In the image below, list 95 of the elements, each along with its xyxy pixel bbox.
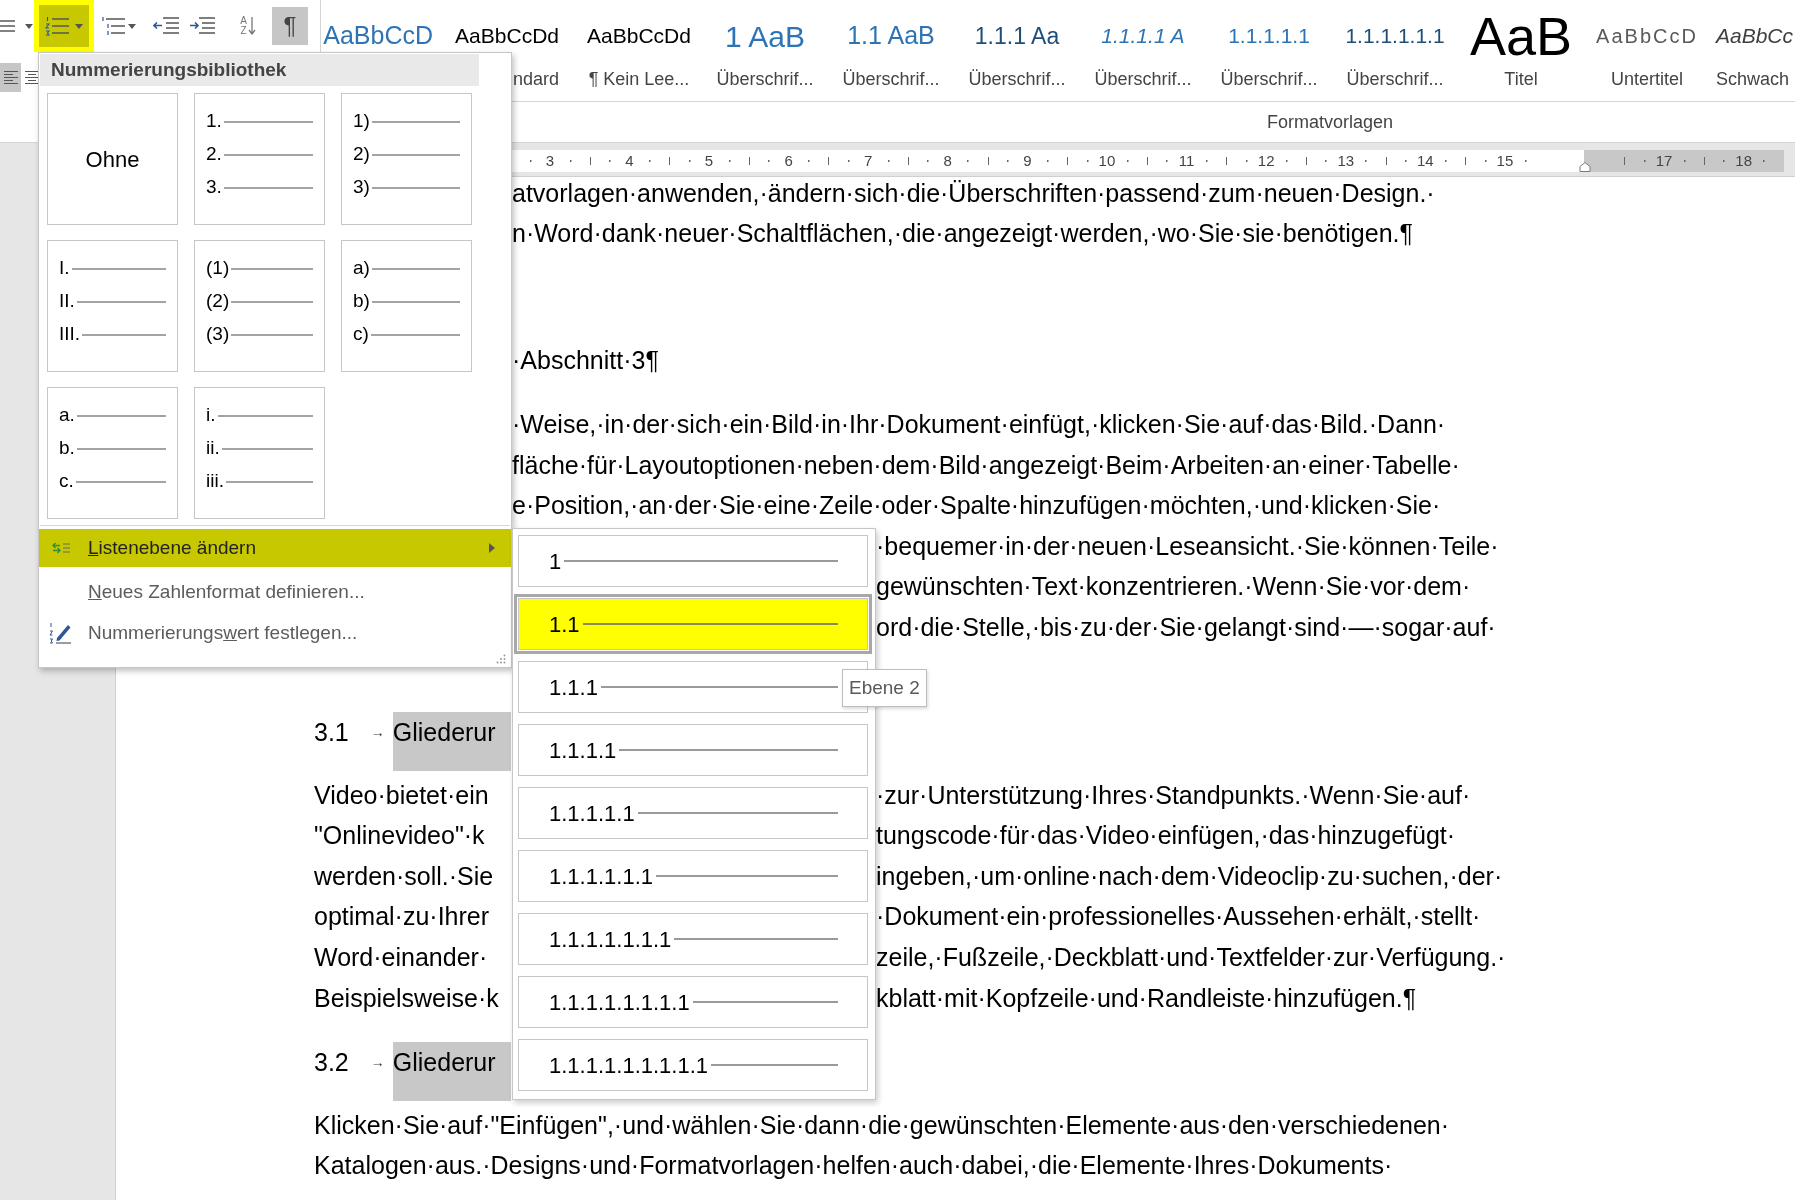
numbering-format-tile[interactable]: i. ii. iii. [194,387,325,519]
down-arrow-icon [247,17,256,35]
heading-title: Gliederur [392,711,511,771]
indent-marker-icon [1578,162,1591,172]
text-line: fläche·für·Layoutoptionen·neben·dem·Bild·angezeigt·Beim·Arbeiten·an·einer·Tabelle· [512,449,1460,481]
text-line: ·zur·Unterstützung·Ihres·Standpunkts.·Wenn·Sie·auf· [876,779,1471,811]
list-lines-icon [0,19,15,33]
numbering-format-tile[interactable]: I. II. III. [47,240,178,372]
ruler-number: 6 [784,150,793,171]
style-gallery-item[interactable]: 1.1 AaB Überschrif... [828,0,954,100]
numbered-list-pen-icon [49,621,73,645]
text-line: ·Weise,·in·der·sich·ein·Bild·in·Ihr·Dokument·einfügt,·klicken·Sie·auf·das·Bild.·Dann· [512,408,1446,440]
list-level-option[interactable]: 1.1.1.1.1.1.1.1 [518,976,868,1028]
ruler-number: 9 [1023,150,1032,171]
style-gallery-item[interactable]: AaB Titel [1458,0,1584,100]
text-line: atvorlagen·anwenden,·ändern·sich·die·Überschriften·passend·zum·neuen·Design.· [512,177,1435,209]
text-line: Katalogen·aus.·Designs·und·Formatvorlagen·helfen·auch·dabei,·die·Elemente·Ihres·Dokuments· [314,1150,1393,1182]
text-line: werden·soll.·Sie [314,860,494,892]
show-marks-button[interactable]: ¶ [272,7,308,45]
list-level-option[interactable]: 1.1.1.1.1.1.1.1.1 [518,1039,868,1091]
text-line: ingeben,·um·online·nach·dem·Videoclip·zu·suchen,·der· [876,860,1503,892]
tab-mark: → [370,1052,385,1072]
align-left-button[interactable] [0,62,21,92]
text-line: Beispielsweise·k [314,982,499,1014]
text-line: zeile,·Fußzeile,·Deckblatt·und·Textfelder·zur·Verfügung.· [876,942,1506,974]
ruler-number: 18 [1735,150,1753,171]
style-gallery-item[interactable]: 1.1.1.1 A Überschrif... [1080,0,1206,100]
text-line: Klicken·Sie·auf·"Einfügen",·und·wählen·Sie·dann·die·gewünschten·Elemente·aus·den·verschiedenen· [314,1109,1450,1141]
ruler-number: 12 [1257,150,1275,171]
ruler-number: 5 [704,150,714,171]
ruler-number: 10 [1098,150,1116,171]
numbering-format-tile[interactable]: 1. 2. 3. [194,93,325,225]
ruler-number: 4 [625,150,634,171]
text-line: tungscode·für·das·Video·einfügen,·das·hinzugefügt· [876,820,1456,852]
tooltip: Ebene 2 [842,669,927,707]
align-center-icon [25,69,39,85]
caret-icon [127,23,136,29]
ruler-number: 17 [1655,150,1673,171]
list-level-option[interactable]: 1 [518,535,868,587]
ruler-number: 14 [1417,150,1434,171]
numbered-list-icon [45,16,69,36]
text-line: "Onlinevideo"·k [314,820,485,852]
list-level-option[interactable]: 1.1.1.1 [518,724,868,776]
group-label: Formatvorlagen [1267,110,1394,134]
ruler-number: 11 [1178,150,1195,171]
heading-text: ·Abschnitt·3¶ [512,345,659,377]
text-line: ord·die·Stelle,·bis·zu·der·Sie·gelangt·sind·—·sogar·auf· [876,611,1496,643]
menu-item[interactable]: Nummerierungswert festlegen... [39,613,511,653]
ruler-number: 13 [1337,150,1355,171]
style-gallery-item[interactable]: AaBbCcD Untertitel [1584,0,1710,100]
style-gallery-item[interactable]: AaBbCcDd ¶ Kein Lee... [576,0,702,100]
ruler-number: 3 [545,150,554,171]
caret-icon [25,23,33,29]
multilevel-list-icon [100,16,125,36]
ruler-number: 15 [1496,150,1514,171]
text-line: ·Dokument·ein·professionelles·Aussehen·erhält,·stellt· [876,901,1481,933]
double-arrow-icon [51,542,71,554]
decrease-indent-icon [153,16,179,36]
style-gallery-item[interactable]: AaBbCc Schwach [1710,0,1795,100]
numbering-format-tile[interactable]: 1) 2) 3) [341,93,472,225]
numbering-button[interactable] [34,0,94,52]
list-level-option[interactable]: 1.1.1.1.1.1 [518,850,868,902]
text-line: kblatt·mit·Kopfzeile·und·Randleiste·hinzufügen.¶ [876,982,1417,1014]
caret-icon [75,23,83,29]
increase-indent-icon [189,16,215,36]
numbering-format-tile[interactable]: Ohne [47,93,178,225]
text-line: n·Word·dank·neuer·Schaltflächen,·die·angezeigt·werden,·wo·Sie·sie·benötigen.¶ [512,218,1413,250]
resize-grip-icon [496,654,506,664]
text-line: ·bequemer·in·der·neuen·Leseansicht.·Sie·können·Teile· [876,530,1499,562]
align-left-icon [3,69,18,85]
text-line: optimal·zu·Ihrer [314,901,490,933]
heading-title: Gliederur [392,1041,511,1101]
text-line: Word·einander· [314,942,488,974]
text-line: gewünschten·Text·konzentrieren.·Wenn·Sie·vor·dem· [876,571,1471,603]
style-gallery-item[interactable]: 1.1.1.1.1 Überschrif... [1206,0,1332,100]
ruler-number: 8 [943,150,952,171]
menu-section-title: Nummerierungsbibliothek [51,57,287,82]
text-line: Video·bietet·ein [314,779,489,811]
style-gallery-item[interactable]: 1.1.1 Aa Überschrif... [954,0,1080,100]
numbering-format-tile[interactable]: a. b. c. [47,387,178,519]
list-level-option[interactable]: 1.1.1.1.1.1.1 [518,913,868,965]
text-line: e·Position,·an·der·Sie·eine·Zeile·oder·Spalte·hinzufügen·möchten,·und·klicken·Sie· [512,490,1441,522]
tab-mark: → [370,722,385,742]
style-gallery-item[interactable]: 1.1.1.1.1.1 Überschrif... [1332,0,1458,100]
list-level-option[interactable]: 1.1.1.1.1 [518,787,868,839]
ruler-number: 7 [864,150,873,171]
heading-number: 3.1 [314,716,349,748]
menu-item[interactable]: Neues Zahlenformat definieren... [39,572,511,612]
submenu-arrow-icon [489,543,495,553]
heading-number: 3.2 [314,1046,349,1078]
menu-item[interactable]: Listenebene ändern [39,529,511,567]
numbering-format-tile[interactable]: (1) (2) (3) [194,240,325,372]
style-gallery-item[interactable]: 1 AaB Überschrif... [702,0,828,100]
numbering-format-tile[interactable]: a) b) c) [341,240,472,372]
sort-button[interactable]: A Z [234,8,262,44]
